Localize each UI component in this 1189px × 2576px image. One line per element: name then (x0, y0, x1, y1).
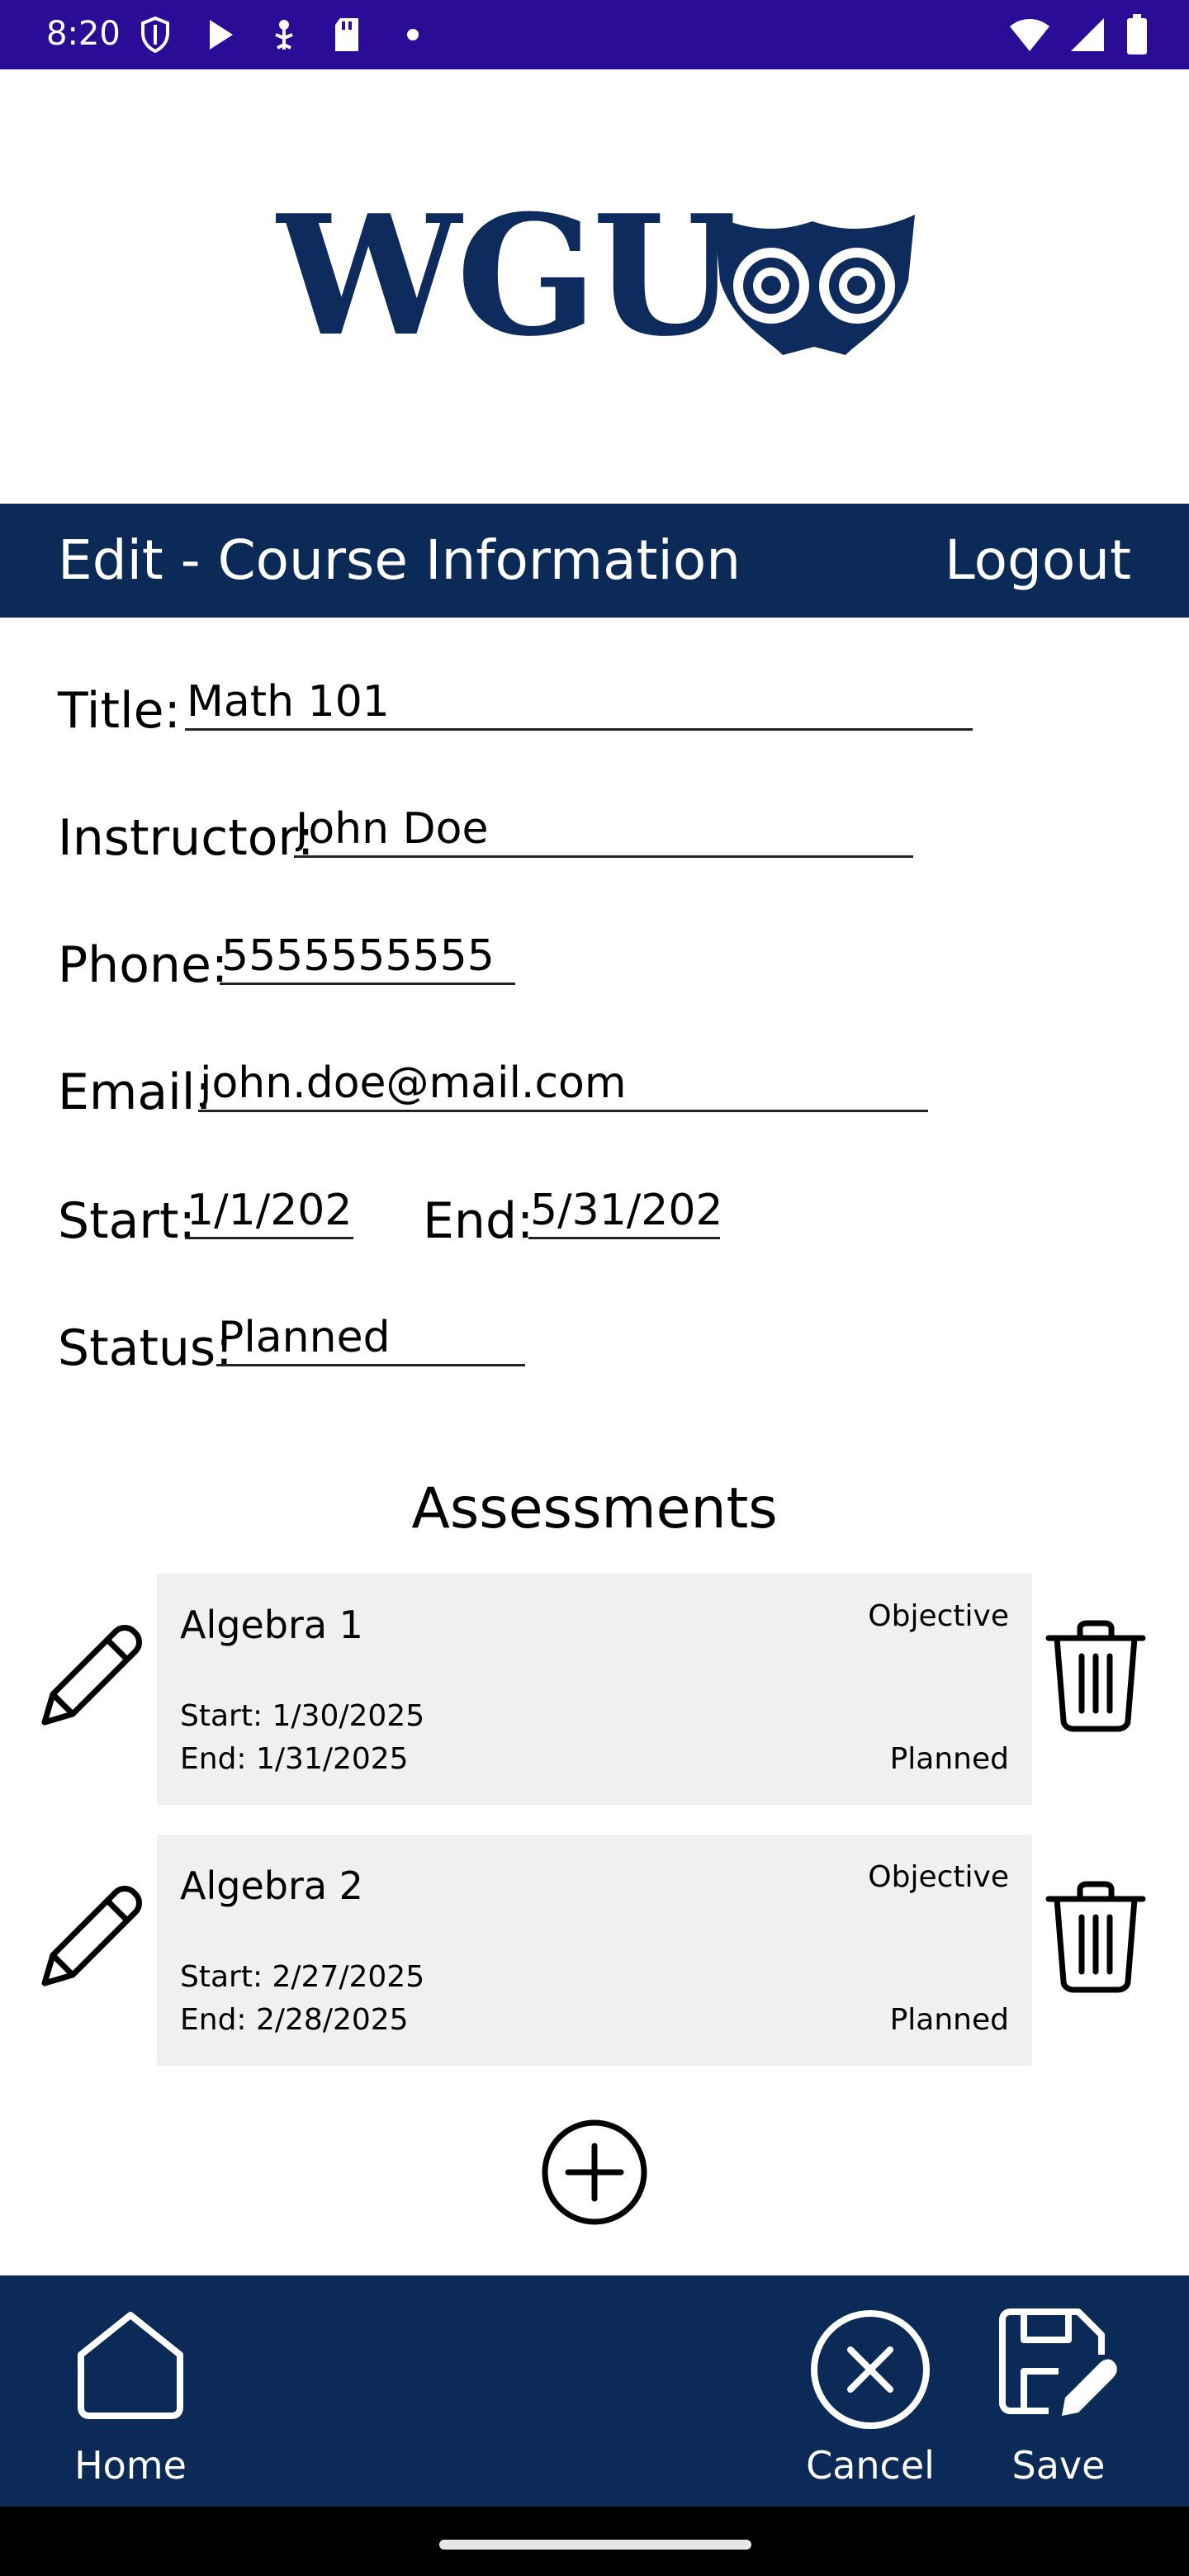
title-label: Title: (58, 682, 181, 740)
assessment-card[interactable]: Algebra 1 Objective Start: 1/30/2025 End… (157, 1574, 1032, 1805)
status-label: Status: (58, 1319, 233, 1377)
assessment-start: Start: 2/27/2025 (180, 1960, 425, 1994)
bottom-nav: Home Cancel Save (0, 2275, 1189, 2507)
status-time: 8:20 (46, 15, 121, 53)
wifi-icon (1007, 12, 1052, 58)
add-assessment-icon[interactable] (540, 2118, 649, 2227)
wgu-logo: WGU (274, 179, 920, 382)
end-date-input[interactable] (528, 1184, 720, 1239)
instructor-input[interactable] (294, 803, 913, 858)
dot-icon (395, 12, 431, 58)
vpn-key-icon (266, 12, 302, 58)
trash-icon[interactable] (1042, 1618, 1149, 1734)
nav-cancel-label: Cancel (806, 2443, 935, 2488)
nav-home-label: Home (74, 2443, 187, 2488)
sd-card-icon (329, 12, 365, 58)
end-label: End: (423, 1192, 534, 1250)
nav-home-button[interactable]: Home (33, 2275, 228, 2507)
instructor-label: Instructor: (58, 809, 315, 867)
home-icon (73, 2308, 188, 2424)
edit-icon[interactable] (33, 1879, 149, 1995)
battery-icon (1125, 12, 1149, 58)
email-input[interactable] (198, 1057, 928, 1112)
start-date-input[interactable] (185, 1184, 353, 1239)
status-input[interactable] (216, 1311, 525, 1366)
assessment-status: Planned (889, 2003, 1009, 2037)
phone-label: Phone: (58, 936, 229, 994)
assessment-end: End: 1/31/2025 (180, 1742, 409, 1776)
home-gesture-handle[interactable] (439, 2540, 751, 2550)
logout-button[interactable]: Logout (945, 533, 1131, 588)
shield-icon (137, 12, 173, 58)
nav-save-button[interactable]: Save (968, 2275, 1149, 2507)
save-icon (999, 2308, 1118, 2424)
assessment-type: Objective (868, 1860, 1009, 1894)
status-bar: 8:20 (0, 0, 1189, 69)
nav-cancel-button[interactable]: Cancel (773, 2275, 968, 2507)
trash-icon[interactable] (1042, 1879, 1149, 1995)
assessment-start: Start: 1/30/2025 (180, 1699, 425, 1733)
assessments-title: Assessments (411, 1476, 778, 1541)
start-label: Start: (58, 1192, 196, 1250)
assessment-type: Objective (868, 1599, 1009, 1633)
gesture-bar (0, 2507, 1189, 2576)
assessment-card[interactable]: Algebra 2 Objective Start: 2/27/2025 End… (157, 1835, 1032, 2066)
assessment-end: End: 2/28/2025 (180, 2003, 409, 2037)
phone-input[interactable] (220, 930, 515, 985)
page-title: Edit - Course Information (58, 528, 741, 592)
email-label: Email: (58, 1063, 212, 1121)
page-header: Edit - Course Information Logout (0, 504, 1189, 618)
svg-text:WGU: WGU (276, 210, 733, 358)
assessment-status: Planned (889, 1742, 1009, 1776)
edit-icon[interactable] (33, 1618, 149, 1734)
signal-icon (1065, 12, 1110, 58)
play-store-icon (201, 12, 238, 58)
assessment-name: Algebra 2 (180, 1863, 363, 1908)
assessment-name: Algebra 1 (180, 1603, 363, 1647)
cancel-icon (809, 2308, 931, 2434)
nav-save-label: Save (1011, 2443, 1106, 2488)
logo-area: WGU (0, 69, 1189, 504)
title-input[interactable] (185, 675, 973, 731)
